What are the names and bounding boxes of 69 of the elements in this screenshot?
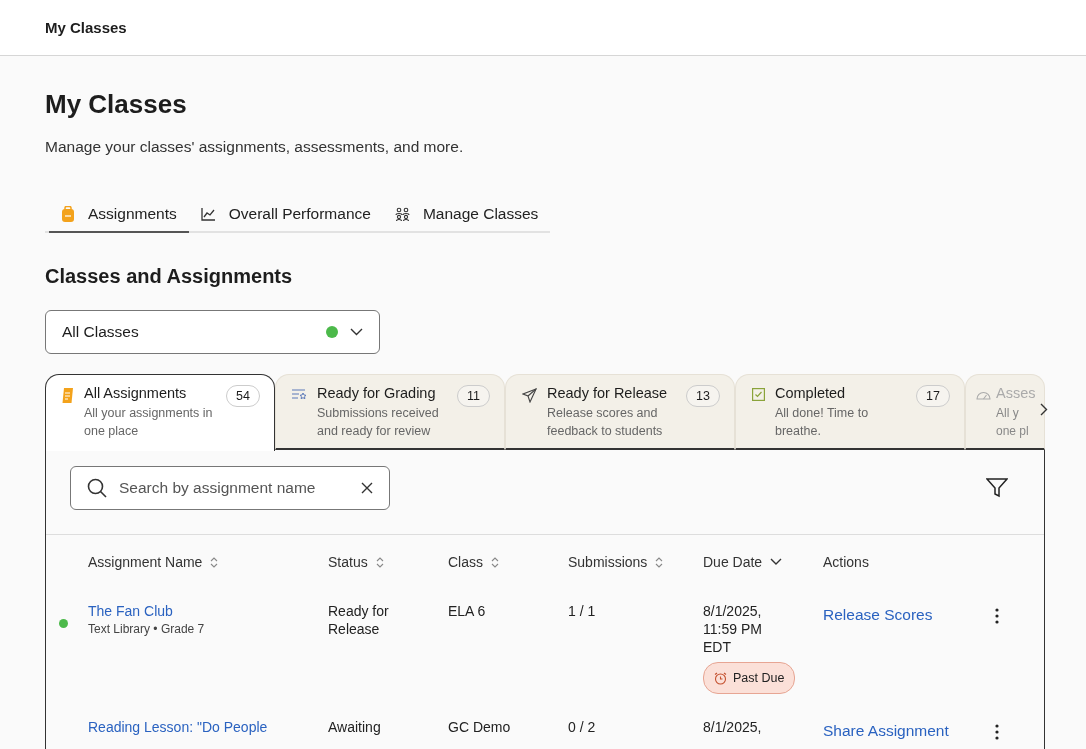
filter-tab-description: Release scores and feedback to students <box>547 405 664 440</box>
class-dropdown[interactable]: All Classes <box>45 310 380 354</box>
page-title: My Classes <box>45 89 188 120</box>
line-chart-icon <box>200 207 216 221</box>
search-field[interactable]: Search by assignment name <box>70 466 390 510</box>
filter-tab-description: All y one pl <box>996 405 1030 440</box>
due-date: 8/1/2025, <box>703 718 763 736</box>
count-badge: 54 <box>226 385 260 407</box>
checkbox-icon <box>752 388 765 401</box>
filter-tab-title: All Assignments <box>84 385 188 401</box>
status-dot <box>326 326 338 338</box>
assignment-meta: Text Library • Grade 7 <box>88 621 206 638</box>
column-header: Submissions <box>568 554 648 570</box>
filter-tab-title: Ready for Release <box>547 385 669 401</box>
submissions-count: 1 / 1 <box>568 603 596 619</box>
more-options-icon[interactable] <box>995 608 999 624</box>
more-options-icon[interactable] <box>995 724 999 740</box>
status-text: Ready for Release <box>328 603 389 637</box>
filter-tab-title: Completed <box>775 385 847 401</box>
nav-tab[interactable]: Overall Performance <box>188 198 383 233</box>
alarm-clock-icon <box>714 671 727 685</box>
people-icon <box>394 206 410 222</box>
clear-button[interactable] <box>361 482 373 494</box>
gauge-icon <box>976 389 991 400</box>
filter-tab-description: Submissions received and ready for review <box>317 405 440 440</box>
filter-tab[interactable]: Ready for Release Release scores and feedback to students 13 <box>505 374 735 450</box>
sort-icon[interactable] <box>655 556 664 568</box>
count-badge: 13 <box>686 385 720 407</box>
backpack-icon <box>61 206 75 222</box>
filter-tab-description: All done! Time to breathe. <box>775 405 870 440</box>
document-icon <box>62 388 74 403</box>
send-icon <box>522 388 537 403</box>
column-header: Assignment Name <box>88 554 203 570</box>
nav-tab[interactable]: Assignments <box>49 198 189 233</box>
filter-tab-description: All your assignments in one place <box>84 405 214 440</box>
count-badge: 17 <box>916 385 950 407</box>
due-date: 8/1/2025, 11:59 PM EDT <box>703 602 763 656</box>
class-name: GC Demo <box>448 719 511 735</box>
count-badge: 11 <box>457 385 490 407</box>
action-link[interactable]: Release Scores <box>823 606 995 624</box>
past-due-badge: Past Due <box>703 662 796 694</box>
assignment-link[interactable]: Reading Lesson: "Do People <box>88 718 328 736</box>
submissions-count: 0 / 2 <box>568 719 596 735</box>
column-header: Class <box>448 554 483 570</box>
column-header: Actions <box>823 554 869 570</box>
chevron-down-icon[interactable] <box>770 558 783 566</box>
list-star-icon <box>292 389 307 400</box>
dropdown-value: All Classes <box>62 323 140 341</box>
nav-tab[interactable]: Manage Classes <box>382 198 551 233</box>
page-subtitle: Manage your classes' assignments, assessments, and more. <box>45 138 465 156</box>
filter-tab[interactable]: Ready for Grading Submissions received and ready for review 11 <box>275 374 505 450</box>
column-header: Status <box>328 554 368 570</box>
column-header: Due Date <box>703 554 763 570</box>
status-text: Awaiting <box>328 719 381 735</box>
sort-icon[interactable] <box>491 556 499 568</box>
class-name: ELA 6 <box>448 603 486 619</box>
assignment-link[interactable]: The Fan Club <box>88 602 328 620</box>
search-input[interactable]: Search by assignment name <box>117 478 351 498</box>
search-icon <box>87 478 107 498</box>
filter-tab-title: Ready for Grading <box>317 385 437 401</box>
sort-icon[interactable] <box>210 556 219 568</box>
filter-button[interactable] <box>986 478 1008 498</box>
section-title: Classes and Assignments <box>45 265 294 288</box>
top-bar-title: My Classes <box>45 19 127 36</box>
sort-icon[interactable] <box>375 556 384 568</box>
action-link[interactable]: Share Assignment <box>823 722 995 740</box>
filter-tab[interactable]: All Assignments All your assignments in one place 54 <box>45 374 275 451</box>
filter-tab[interactable]: Completed All done! Time to breathe. 17 <box>735 374 965 450</box>
chevron-down-icon <box>350 328 363 336</box>
